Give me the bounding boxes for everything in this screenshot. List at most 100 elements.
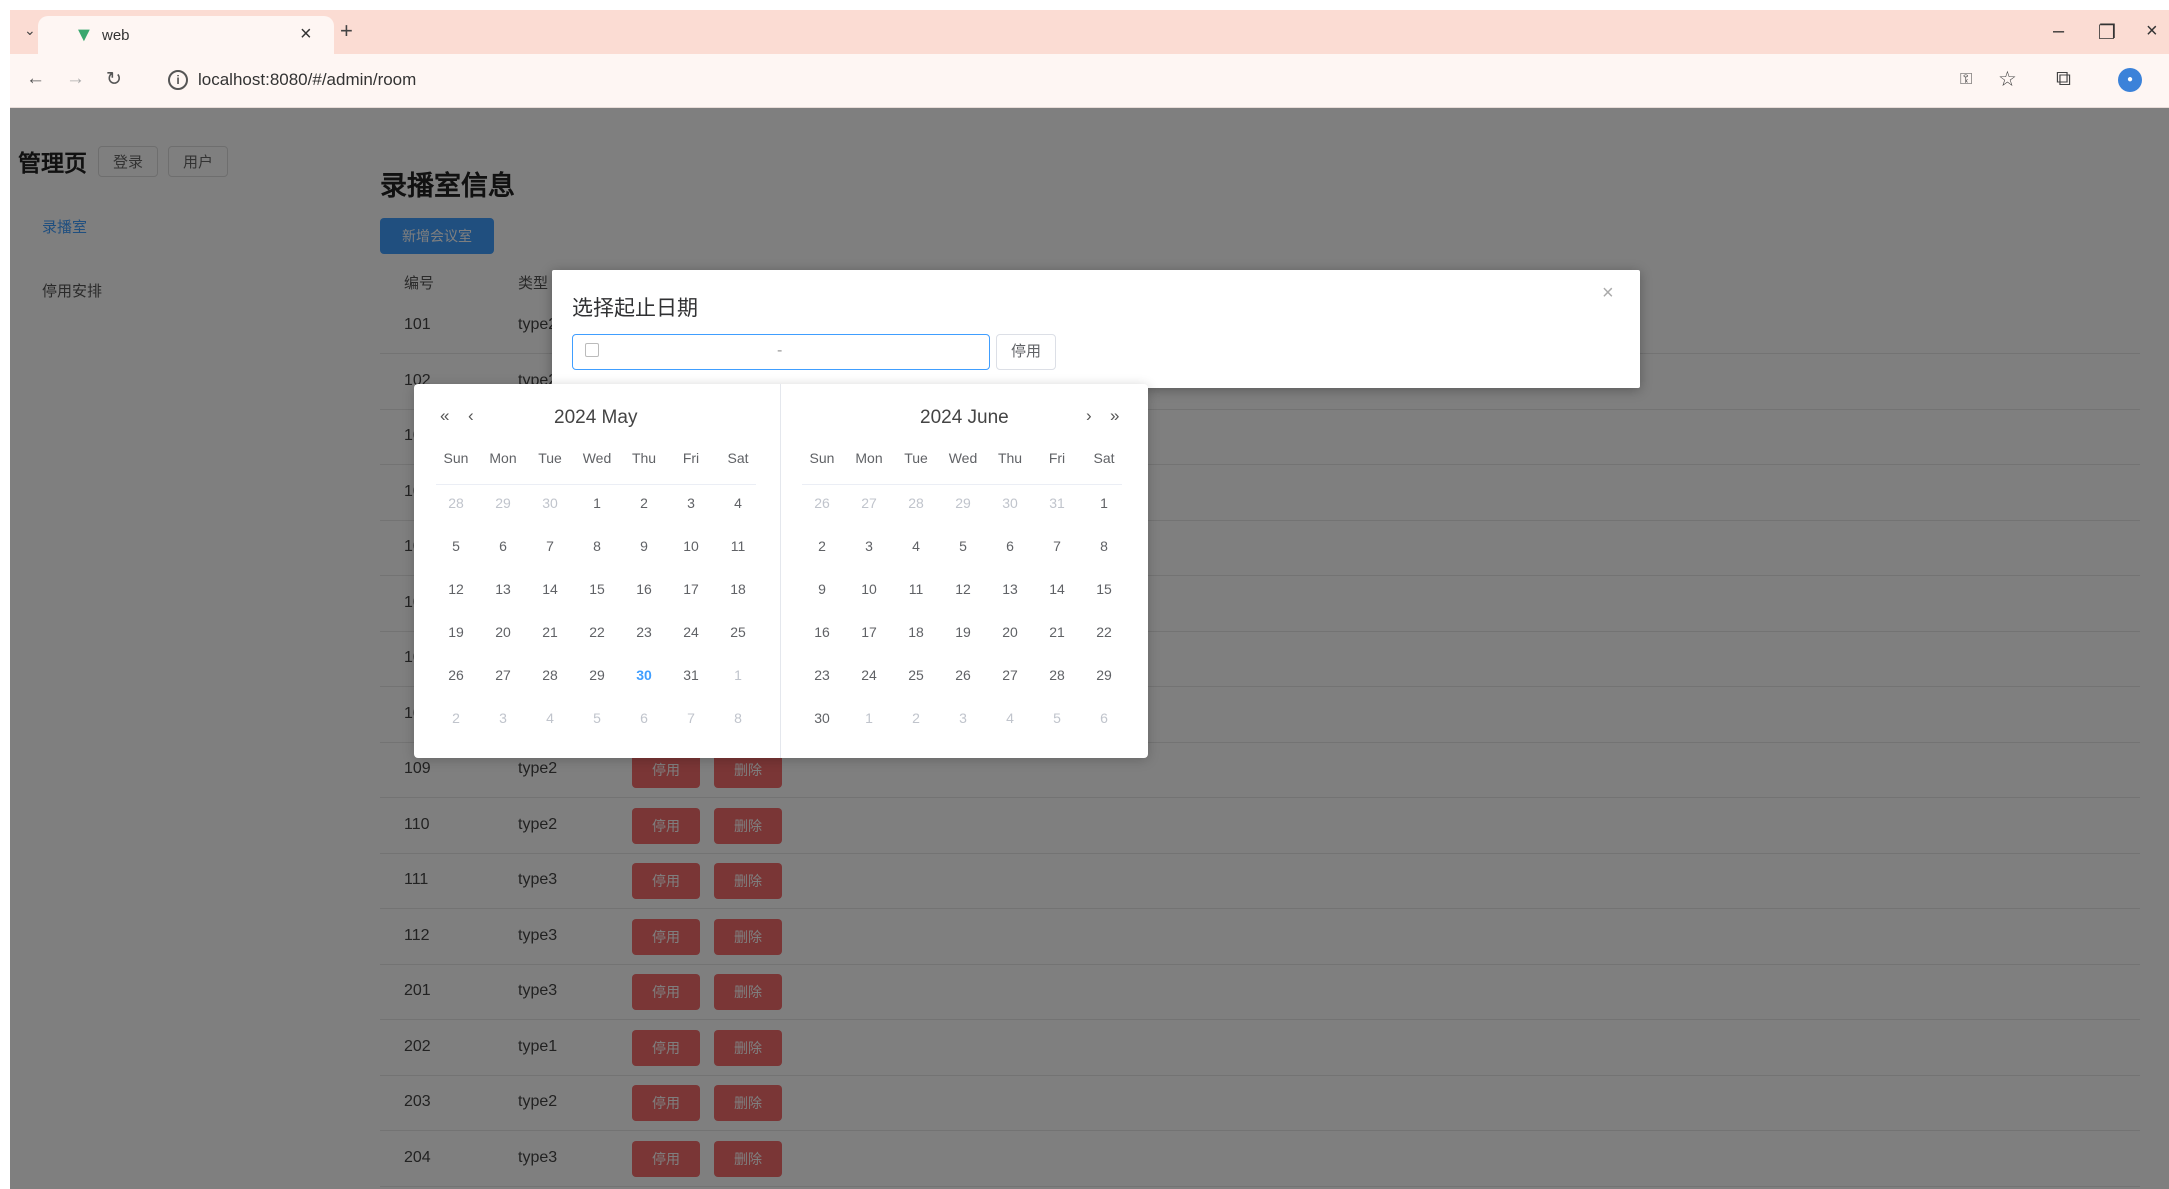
day-cell[interactable]: 5	[941, 538, 985, 554]
day-cell[interactable]: 6	[988, 538, 1032, 554]
prev-year-icon[interactable]: «	[440, 406, 449, 426]
day-cell[interactable]: 21	[528, 624, 572, 640]
day-cell[interactable]: 10	[669, 538, 713, 554]
day-cell[interactable]: 27	[988, 667, 1032, 683]
day-cell[interactable]: 29	[941, 495, 985, 511]
day-cell[interactable]: 13	[481, 581, 525, 597]
confirm-stop-button[interactable]: 停用	[996, 334, 1056, 370]
day-cell[interactable]: 6	[481, 538, 525, 554]
day-cell[interactable]: 5	[575, 710, 619, 726]
day-cell[interactable]: 28	[894, 495, 938, 511]
day-cell[interactable]: 28	[528, 667, 572, 683]
day-cell[interactable]: 10	[847, 581, 891, 597]
day-cell[interactable]: 31	[669, 667, 713, 683]
day-cell[interactable]: 14	[528, 581, 572, 597]
day-cell[interactable]: 17	[669, 581, 713, 597]
address-bar[interactable]: localhost:8080/#/admin/room	[198, 70, 416, 90]
prev-month-icon[interactable]: ‹	[468, 406, 474, 426]
day-cell[interactable]: 26	[941, 667, 985, 683]
day-cell[interactable]: 2	[622, 495, 666, 511]
day-cell[interactable]: 24	[847, 667, 891, 683]
day-cell[interactable]: 18	[894, 624, 938, 640]
day-cell[interactable]: 12	[434, 581, 478, 597]
day-cell[interactable]: 3	[941, 710, 985, 726]
day-cell[interactable]: 4	[988, 710, 1032, 726]
day-cell[interactable]: 23	[622, 624, 666, 640]
day-cell[interactable]: 9	[622, 538, 666, 554]
day-cell[interactable]: 29	[481, 495, 525, 511]
bookmark-star-icon[interactable]: ☆	[1998, 67, 2017, 92]
day-cell[interactable]: 5	[434, 538, 478, 554]
day-cell[interactable]: 19	[434, 624, 478, 640]
day-cell[interactable]: 23	[800, 667, 844, 683]
day-cell[interactable]: 3	[481, 710, 525, 726]
day-cell[interactable]: 7	[528, 538, 572, 554]
day-cell[interactable]: 2	[800, 538, 844, 554]
day-cell[interactable]: 22	[1082, 624, 1126, 640]
day-cell[interactable]: 28	[1035, 667, 1079, 683]
day-cell[interactable]: 22	[575, 624, 619, 640]
extensions-icon[interactable]: ⧉	[2056, 67, 2071, 91]
day-cell[interactable]: 24	[669, 624, 713, 640]
day-cell[interactable]: 17	[847, 624, 891, 640]
day-cell[interactable]: 6	[1082, 710, 1126, 726]
day-cell[interactable]: 18	[716, 581, 760, 597]
day-cell[interactable]: 16	[622, 581, 666, 597]
reload-icon[interactable]: ↻	[106, 68, 122, 91]
back-icon[interactable]: ←	[26, 68, 45, 90]
day-cell[interactable]: 4	[894, 538, 938, 554]
day-cell[interactable]: 30	[800, 710, 844, 726]
dialog-close-icon[interactable]: ×	[1602, 282, 1614, 305]
profile-avatar[interactable]: ●	[2118, 68, 2142, 92]
day-cell[interactable]: 11	[716, 538, 760, 554]
day-cell[interactable]: 1	[575, 495, 619, 511]
day-cell[interactable]: 29	[575, 667, 619, 683]
day-cell[interactable]: 8	[716, 710, 760, 726]
day-cell[interactable]: 1	[847, 710, 891, 726]
day-cell[interactable]: 31	[1035, 495, 1079, 511]
day-cell[interactable]: 16	[800, 624, 844, 640]
day-cell[interactable]: 30	[988, 495, 1032, 511]
day-cell[interactable]: 3	[847, 538, 891, 554]
site-info-icon[interactable]: i	[168, 70, 188, 90]
day-cell[interactable]: 12	[941, 581, 985, 597]
day-cell[interactable]: 1	[716, 667, 760, 683]
day-cell[interactable]: 30	[528, 495, 572, 511]
day-cell[interactable]: 27	[481, 667, 525, 683]
day-cell[interactable]: 6	[622, 710, 666, 726]
day-cell[interactable]: 27	[847, 495, 891, 511]
day-cell[interactable]: 30	[622, 667, 666, 683]
day-cell[interactable]: 3	[669, 495, 713, 511]
day-cell[interactable]: 20	[481, 624, 525, 640]
new-tab-icon[interactable]: +	[340, 18, 353, 44]
day-cell[interactable]: 29	[1082, 667, 1126, 683]
menu-kebab-icon[interactable]: ⋮	[2160, 67, 2169, 92]
forward-icon[interactable]: →	[66, 68, 85, 90]
day-cell[interactable]: 8	[575, 538, 619, 554]
tab-close-icon[interactable]: ×	[300, 23, 312, 46]
day-cell[interactable]: 25	[894, 667, 938, 683]
tab-search-icon[interactable]: ⌄	[24, 22, 36, 39]
day-cell[interactable]: 20	[988, 624, 1032, 640]
day-cell[interactable]: 4	[528, 710, 572, 726]
day-cell[interactable]: 14	[1035, 581, 1079, 597]
day-cell[interactable]: 15	[575, 581, 619, 597]
day-cell[interactable]: 21	[1035, 624, 1079, 640]
password-key-icon[interactable]: ⚿	[1960, 71, 1972, 89]
day-cell[interactable]: 7	[669, 710, 713, 726]
date-range-input[interactable]: -	[572, 334, 990, 370]
next-year-icon[interactable]: »	[1110, 406, 1119, 426]
day-cell[interactable]: 7	[1035, 538, 1079, 554]
day-cell[interactable]: 2	[894, 710, 938, 726]
day-cell[interactable]: 8	[1082, 538, 1126, 554]
day-cell[interactable]: 5	[1035, 710, 1079, 726]
day-cell[interactable]: 28	[434, 495, 478, 511]
day-cell[interactable]: 1	[1082, 495, 1126, 511]
day-cell[interactable]: 26	[434, 667, 478, 683]
day-cell[interactable]: 26	[800, 495, 844, 511]
day-cell[interactable]: 2	[434, 710, 478, 726]
day-cell[interactable]: 25	[716, 624, 760, 640]
day-cell[interactable]: 4	[716, 495, 760, 511]
restore-icon[interactable]: ❐	[2098, 20, 2116, 45]
day-cell[interactable]: 11	[894, 581, 938, 597]
